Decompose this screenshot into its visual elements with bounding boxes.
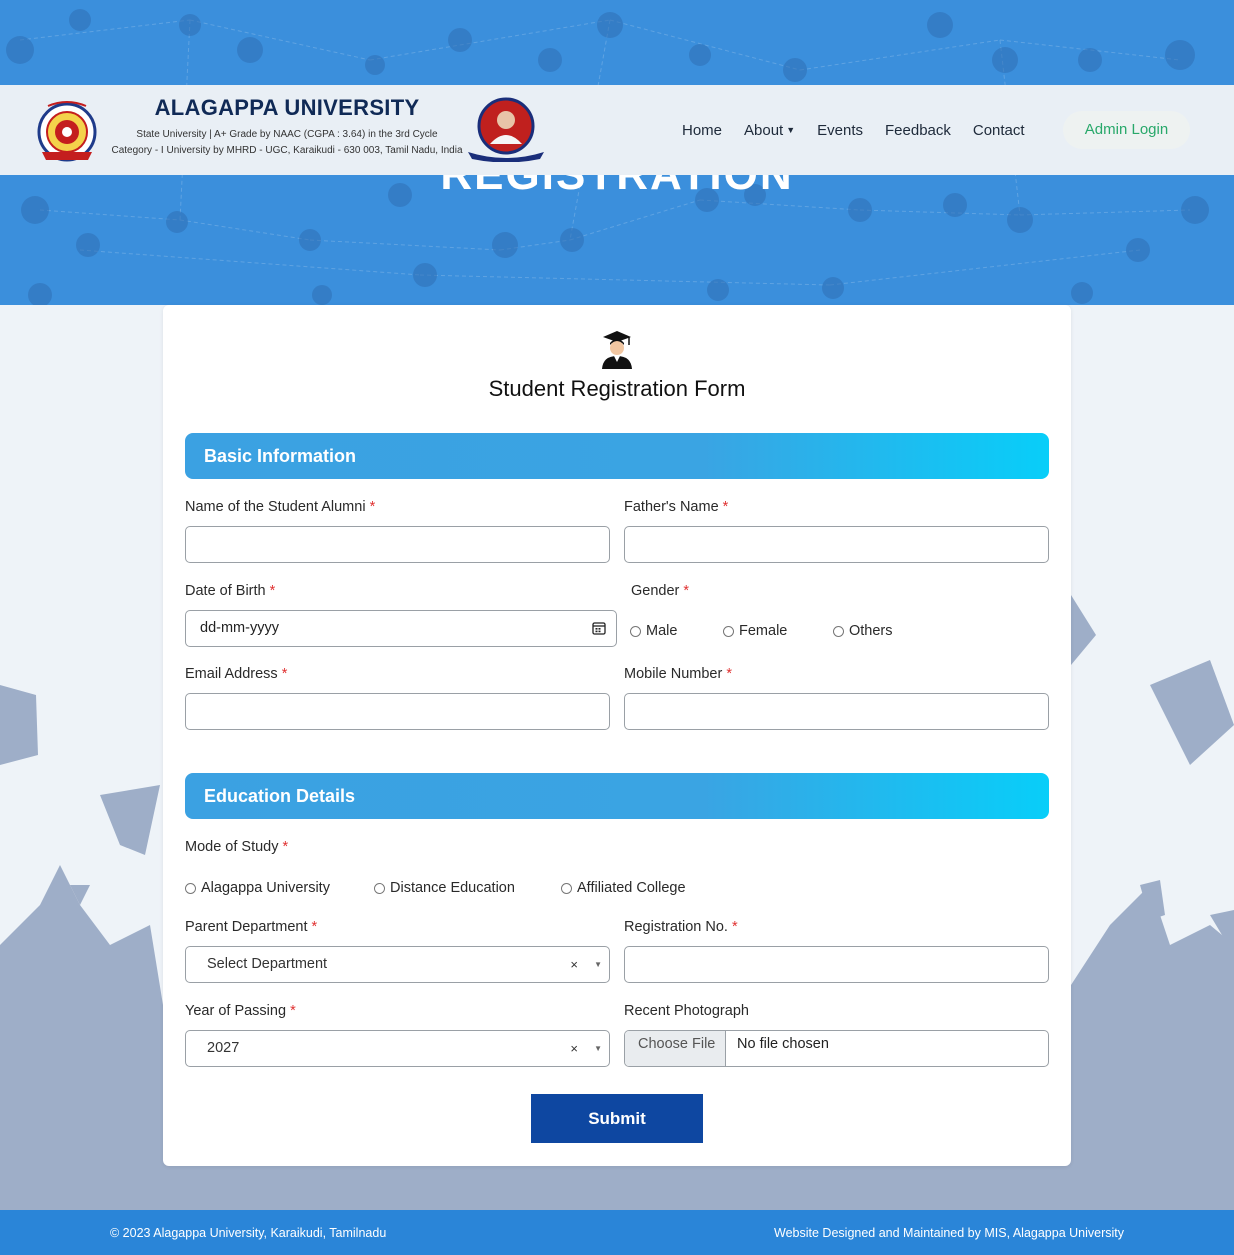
dob-label-text: Date of Birth bbox=[185, 583, 266, 599]
footer-copyright: © 2023 Alagappa University, Karaikudi, T… bbox=[110, 1226, 387, 1240]
chevron-down-icon[interactable]: ▼ bbox=[594, 947, 602, 982]
submit-button[interactable]: Submit bbox=[531, 1094, 703, 1143]
university-subtitle-line2: Category - I University by MHRD - UGC, K… bbox=[111, 145, 463, 156]
recent-photograph-label: Recent Photograph bbox=[624, 1003, 749, 1019]
parent-department-select[interactable]: Select Department × ▼ bbox=[185, 946, 610, 983]
nav-feedback[interactable]: Feedback bbox=[885, 122, 951, 139]
university-name: ALAGAPPA UNIVERSITY bbox=[154, 95, 420, 120]
nav-contact[interactable]: Contact bbox=[973, 122, 1025, 139]
calendar-icon[interactable] bbox=[592, 621, 606, 635]
admin-login-button[interactable]: Admin Login bbox=[1063, 111, 1190, 149]
nav-events[interactable]: Events bbox=[817, 122, 863, 139]
mode-alagappa-radio[interactable] bbox=[185, 882, 196, 894]
email-label-text: Email Address bbox=[185, 666, 278, 682]
student-name-label: Name of the Student Alumni * bbox=[185, 499, 375, 515]
year-of-passing-label: Year of Passing * bbox=[185, 1003, 296, 1019]
required-asterisk: * bbox=[369, 499, 376, 515]
nav-home[interactable]: Home bbox=[682, 122, 722, 139]
gender-female-radio[interactable] bbox=[723, 625, 734, 637]
mode-option-affiliated-college[interactable]: Affiliated College bbox=[561, 880, 686, 896]
gender-female-label: Female bbox=[739, 623, 788, 639]
site-header: ALAGAPPA UNIVERSITY State University | A… bbox=[0, 85, 1234, 175]
required-asterisk: * bbox=[281, 666, 288, 682]
gender-male-label: Male bbox=[646, 623, 678, 639]
registration-no-label-text: Registration No. bbox=[624, 919, 728, 935]
gender-radio-group: Male Female Others bbox=[630, 623, 893, 639]
year-of-passing-select[interactable]: 2027 × ▼ bbox=[185, 1030, 610, 1067]
father-name-label: Father's Name * bbox=[624, 499, 728, 515]
nav-about-label: About bbox=[744, 122, 784, 139]
student-name-label-text: Name of the Student Alumni bbox=[185, 499, 366, 515]
graduate-student-icon bbox=[602, 331, 632, 369]
mode-option-alagappa-university[interactable]: Alagappa University bbox=[185, 880, 374, 896]
university-subtitle-line1: State University | A+ Grade by NAAC (CGP… bbox=[136, 129, 438, 140]
gender-others-label: Others bbox=[849, 623, 893, 639]
parent-department-value: Select Department bbox=[207, 956, 328, 972]
photo-file-input[interactable]: Choose File No file chosen bbox=[624, 1030, 1049, 1067]
year-of-passing-label-text: Year of Passing bbox=[185, 1003, 287, 1019]
parent-department-label: Parent Department * bbox=[185, 919, 317, 935]
email-label: Email Address * bbox=[185, 666, 287, 682]
dob-label: Date of Birth * bbox=[185, 583, 275, 599]
university-logo[interactable] bbox=[34, 98, 100, 164]
gender-others-radio[interactable] bbox=[833, 625, 844, 637]
footer-credits: Website Designed and Maintained by MIS, … bbox=[774, 1226, 1124, 1240]
mode-distance-label: Distance Education bbox=[390, 880, 515, 896]
mobile-input[interactable] bbox=[624, 693, 1049, 730]
founder-portrait-emblem bbox=[468, 97, 544, 162]
father-name-input[interactable] bbox=[624, 526, 1049, 563]
parent-department-label-text: Parent Department bbox=[185, 919, 308, 935]
required-asterisk: * bbox=[311, 919, 318, 935]
form-title: Student Registration Form bbox=[488, 376, 746, 401]
year-of-passing-value: 2027 bbox=[207, 1040, 240, 1056]
mode-of-study-radio-group: Alagappa University Distance Education A… bbox=[185, 880, 686, 896]
mode-of-study-label: Mode of Study * bbox=[185, 839, 288, 855]
required-asterisk: * bbox=[722, 499, 729, 515]
mode-alagappa-label: Alagappa University bbox=[201, 880, 330, 896]
registration-form-card: Student Registration Form Basic Informat… bbox=[163, 305, 1071, 1166]
gender-label-text: Gender bbox=[631, 583, 680, 599]
dob-input[interactable]: dd-mm-yyyy bbox=[185, 610, 617, 647]
dob-placeholder: dd-mm-yyyy bbox=[200, 620, 279, 636]
nav-about[interactable]: About ▼ bbox=[744, 122, 795, 139]
basic-information-header: Basic Information bbox=[185, 433, 1049, 479]
clear-selection-icon[interactable]: × bbox=[570, 947, 578, 982]
gender-option-male[interactable]: Male bbox=[630, 623, 723, 639]
email-input[interactable] bbox=[185, 693, 610, 730]
registration-no-label: Registration No. * bbox=[624, 919, 738, 935]
caret-down-icon: ▼ bbox=[786, 125, 796, 135]
mode-option-distance-education[interactable]: Distance Education bbox=[374, 880, 561, 896]
student-name-input[interactable] bbox=[185, 526, 610, 563]
required-asterisk: * bbox=[726, 666, 733, 682]
main-nav: Home About ▼ Events Feedback Contact bbox=[682, 122, 1047, 139]
mode-affiliated-radio[interactable] bbox=[561, 882, 572, 894]
required-asterisk: * bbox=[732, 919, 738, 935]
gender-male-radio[interactable] bbox=[630, 625, 641, 637]
mobile-label: Mobile Number * bbox=[624, 666, 732, 682]
required-asterisk: * bbox=[290, 1003, 296, 1019]
file-status-text: No file chosen bbox=[737, 1036, 829, 1052]
required-asterisk: * bbox=[269, 583, 276, 599]
gender-label: Gender * bbox=[631, 583, 689, 599]
gender-option-female[interactable]: Female bbox=[723, 623, 833, 639]
mode-affiliated-label: Affiliated College bbox=[577, 880, 686, 896]
registration-no-input[interactable] bbox=[624, 946, 1049, 983]
required-asterisk: * bbox=[282, 839, 289, 855]
gender-option-others[interactable]: Others bbox=[833, 623, 893, 639]
chevron-down-icon[interactable]: ▼ bbox=[594, 1031, 602, 1066]
clear-selection-icon[interactable]: × bbox=[570, 1031, 578, 1066]
required-asterisk: * bbox=[683, 583, 690, 599]
mobile-label-text: Mobile Number bbox=[624, 666, 723, 682]
education-details-header: Education Details bbox=[185, 773, 1049, 819]
choose-file-button[interactable]: Choose File bbox=[625, 1031, 726, 1066]
father-name-label-text: Father's Name bbox=[624, 499, 719, 515]
mode-distance-radio[interactable] bbox=[374, 882, 385, 894]
mode-of-study-label-text: Mode of Study bbox=[185, 839, 279, 855]
site-footer: © 2023 Alagappa University, Karaikudi, T… bbox=[0, 1210, 1234, 1255]
